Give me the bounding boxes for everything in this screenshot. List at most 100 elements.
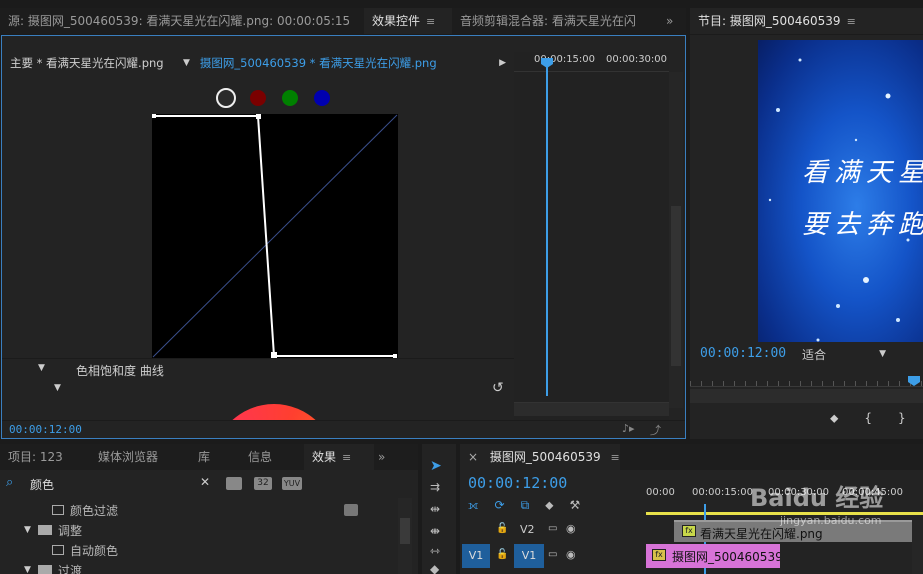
mark-in-icon[interactable]: { [864, 411, 872, 429]
tree-folder-transition[interactable]: ▼ 过渡 [0, 560, 396, 574]
tab-source[interactable]: 源: 摄图网_500460539: 看满天星光在闪耀.png: 00:00:05… [0, 8, 364, 34]
caption-line-1: 看满天星 [802, 158, 923, 188]
effects-scrollbar[interactable] [398, 498, 412, 574]
fx-badge-icon: fx [652, 549, 666, 561]
program-video-frame[interactable]: 看满天星 要去奔跑 [758, 40, 923, 342]
tree-item-auto-color[interactable]: 自动颜色 [0, 540, 396, 560]
tab-media-browser[interactable]: 媒体浏览器 [90, 444, 190, 470]
rate-stretch-tool-icon[interactable]: ⇿ [430, 544, 440, 558]
snap-icon[interactable]: ⟗ [468, 498, 479, 516]
starfield [768, 58, 910, 342]
razor-tool-icon[interactable]: ◆ [430, 562, 439, 574]
add-marker-icon[interactable]: ⬥ [830, 411, 838, 429]
bit32-filter-icon[interactable]: 32 [254, 477, 272, 490]
tab-audio-mixer[interactable]: 音频剪辑混合器: 看满天星光在闪 [452, 8, 662, 34]
track-visibility-icon[interactable]: ◉ [566, 548, 576, 561]
track-output-icon[interactable]: ▭ [548, 523, 557, 534]
mark-out-icon[interactable]: } [898, 411, 906, 429]
folder-toggle-icon[interactable]: ▼ [24, 525, 31, 535]
ruler-t0: 00:00 [646, 487, 675, 498]
yuv-filter-icon[interactable]: YUV [282, 477, 302, 490]
vertical-scrollbar[interactable] [669, 72, 683, 408]
caption-line-2: 要去奔跑 [802, 210, 923, 240]
source-tabbar: 源: 摄图网_500460539: 看满天星光在闪耀.png: 00:00:05… [0, 8, 686, 34]
tab-menu-icon[interactable]: ≡ [426, 15, 435, 28]
effect-controls-footer: 00:00:12:00 ♪▸ ⤴ [2, 420, 685, 438]
program-tabbar: 节目: 摄图网_500460539 ≡ [690, 8, 923, 34]
folder-icon [38, 525, 52, 535]
zoom-select[interactable]: 适合 ▼ [802, 345, 886, 363]
effect-icon [52, 505, 64, 515]
track-v1-header: V1 🔓 V1 ▭ ◉ [460, 544, 646, 568]
program-timecode[interactable]: 00:00:12:00 [700, 346, 786, 361]
rolling-edit-tool-icon[interactable]: ⇼ [430, 524, 440, 538]
channel-green-dot[interactable] [282, 90, 298, 106]
program-menu-icon[interactable]: ≡ [847, 15, 856, 28]
subrow-toggle[interactable]: ▼ [54, 383, 61, 393]
tree-folder-label: 过渡 [58, 563, 83, 574]
timeline-timecode[interactable]: 00:00:12:00 [468, 474, 567, 492]
program-ruler[interactable] [690, 371, 923, 387]
mini-ruler[interactable]: 00:00:15:00 00:00:30:00 [514, 52, 669, 72]
tab-program[interactable]: 节目: 摄图网_500460539 ≡ [690, 8, 923, 34]
tree-item-label: 颜色过滤 [70, 503, 119, 518]
selection-tool-icon[interactable]: ➤ [430, 458, 442, 474]
export-icon[interactable]: ⤴ [650, 422, 661, 438]
panel-overflow-button[interactable]: » [662, 8, 684, 34]
accelerated-badge-icon [344, 504, 358, 516]
tab-project[interactable]: 项目: 123 [0, 444, 90, 470]
effects-menu-icon[interactable]: ≡ [342, 451, 351, 464]
effect-name: 色相饱和度 曲线 [76, 364, 164, 378]
tab-libraries[interactable]: 库 [190, 444, 240, 470]
ripple-edit-tool-icon[interactable]: ⇹ [430, 502, 440, 516]
search-icon: ⌕ [6, 475, 14, 490]
close-sequence-icon[interactable]: × [468, 450, 478, 464]
mini-scrollbar[interactable] [514, 402, 669, 416]
tree-folder-adjust[interactable]: ▼ 调整 [0, 520, 396, 540]
mini-playhead[interactable] [546, 58, 548, 396]
tab-effect-controls-label: 效果控件 [372, 14, 421, 28]
settings-wrench-icon[interactable]: ⚒ [570, 498, 581, 516]
tab-effects[interactable]: 效果 ≡ [304, 444, 374, 470]
channel-blue-dot[interactable] [314, 90, 330, 106]
master-clip-header: 主要 * 看满天星光在闪耀.png ▼ 摄图网_500460539 * 看满天星… [2, 52, 514, 74]
sequence-menu-icon[interactable]: ≡ [610, 451, 619, 464]
track-v1-label[interactable]: V1 [514, 544, 544, 568]
track-lock-icon[interactable]: 🔓 [496, 523, 508, 534]
search-input[interactable]: 颜色 [30, 476, 200, 493]
play-only-icon[interactable]: ▶ [499, 58, 506, 68]
tab-sequence[interactable]: × 摄图网_500460539 ≡ [460, 444, 620, 470]
tab-info[interactable]: 信息 [240, 444, 304, 470]
clip-v1[interactable]: fx 摄图网_500460539.j [646, 544, 780, 568]
track-visibility-icon[interactable]: ◉ [566, 522, 576, 535]
reset-icon[interactable]: ↺ [492, 380, 504, 396]
tree-folder-label: 调整 [58, 523, 83, 538]
clip-label[interactable]: 摄图网_500460539 * 看满天星光在闪耀.png [200, 55, 437, 71]
tab-effect-controls[interactable]: 效果控件 ≡ [364, 8, 452, 34]
timeline-marker-icon[interactable]: ⬥ [545, 498, 553, 516]
program-zoom-scrollbar[interactable] [690, 389, 923, 403]
search-clear-icon[interactable]: ✕ [200, 475, 210, 489]
watermark-subtext: jingyan.baidu.com [780, 514, 882, 527]
track-output-icon[interactable]: ▭ [548, 549, 557, 560]
linked-selection-icon[interactable]: ⟳ [495, 498, 505, 516]
clip-v1-label: 摄图网_500460539.j [672, 550, 780, 564]
source-patch-v1[interactable]: V1 [462, 544, 490, 568]
scroll-thumb[interactable] [671, 206, 681, 366]
track-select-tool-icon[interactable]: ⇉ [430, 480, 440, 494]
curve-editor[interactable] [152, 114, 398, 358]
clip-dropdown-arrow[interactable]: ▼ [183, 58, 190, 68]
baidu-watermark: Baidu 经验 jingyan.baidu.com [750, 478, 920, 538]
tree-item-color-filter[interactable]: 颜色过滤 [0, 500, 396, 520]
effects-scroll-thumb[interactable] [400, 518, 410, 544]
track-lock-icon[interactable]: 🔓 [496, 549, 508, 560]
effect-collapse-toggle[interactable]: ▼ [38, 363, 45, 373]
accelerated-filter-icon[interactable] [226, 477, 242, 490]
folder-toggle-icon[interactable]: ▼ [24, 565, 31, 574]
project-overflow-button[interactable]: » [374, 444, 394, 470]
zoom-dropdown-icon: ▼ [879, 349, 886, 359]
channel-red-dot[interactable] [250, 90, 266, 106]
audio-scrub-icon[interactable]: ♪▸ [622, 422, 635, 435]
channel-white-dot[interactable] [216, 88, 236, 108]
add-edit-marker-icon[interactable]: ⧉ [521, 498, 530, 516]
